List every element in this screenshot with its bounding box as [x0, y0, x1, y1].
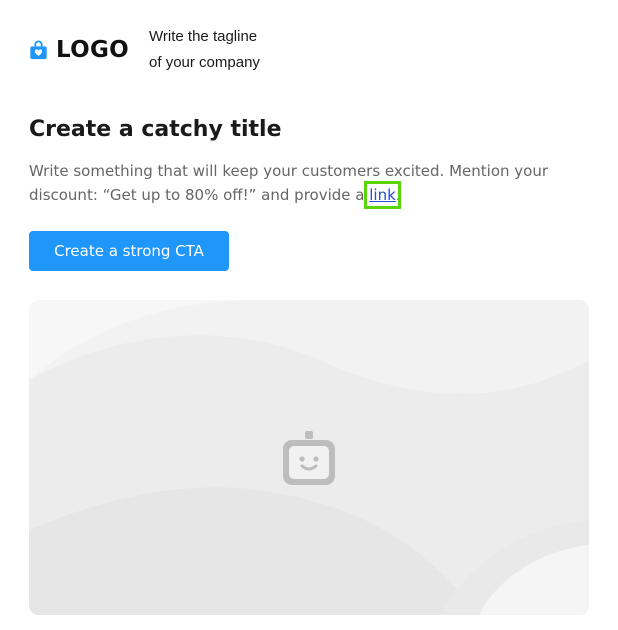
page-title: Create a catchy title [29, 117, 282, 142]
body-paragraph: Write something that will keep your cust… [29, 159, 569, 209]
body-link[interactable]: link [364, 181, 401, 209]
cta-button[interactable]: Create a strong CTA [29, 231, 229, 271]
logo-text: LOGO [56, 37, 130, 63]
email-header: LOGO Write the tagline of your company [29, 24, 289, 80]
company-tagline: Write the tagline of your company [149, 24, 289, 76]
body-text-before-link: Write something that will keep your cust… [29, 162, 549, 204]
logo[interactable]: LOGO [29, 38, 129, 62]
shopping-bag-icon [30, 40, 47, 60]
image-placeholder-robot-icon [283, 431, 335, 485]
body-text-after-link: . [395, 186, 401, 204]
tagline-line-2: of your company [149, 54, 260, 71]
tagline-line-1: Write the tagline [149, 28, 258, 45]
